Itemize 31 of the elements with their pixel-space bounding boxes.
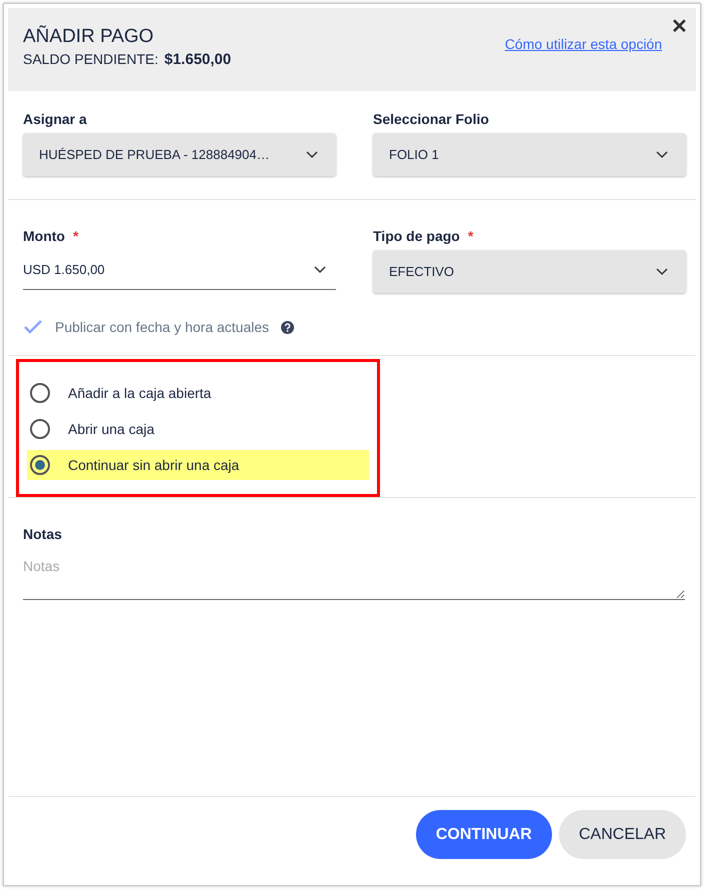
help-icon	[281, 320, 294, 334]
checkbox-label: Publicar con fecha y hora actuales	[55, 319, 270, 335]
field-label: Seleccionar Folio	[373, 111, 490, 127]
select-dropdown[interactable]: FOLIO 1	[373, 133, 686, 176]
checkmark-icon[interactable]	[23, 319, 43, 335]
field-label: Asignar a	[23, 111, 88, 127]
balance-label: SALDO PENDIENTE:	[23, 51, 158, 68]
radio-option[interactable]: Abrir una caja	[27, 414, 369, 444]
continue-button[interactable]: CONTINUAR	[416, 810, 552, 859]
chevron-down-icon	[306, 150, 318, 158]
chevron-down-icon	[314, 266, 326, 274]
radio-button[interactable]	[30, 383, 50, 403]
field-label: Notas	[23, 526, 63, 542]
chevron-down-icon	[656, 268, 668, 276]
balance-value: $1.650,00	[164, 51, 232, 68]
close-button[interactable]: ✕	[671, 14, 688, 39]
amount-dropdown[interactable]: USD 1.650,00	[23, 250, 336, 290]
cancel-button[interactable]: CANCELAR	[558, 810, 686, 859]
radio-option[interactable]: Añadir a la caja abierta	[27, 378, 369, 408]
required-asterisk: *	[468, 228, 474, 244]
field-label: Monto *	[23, 228, 80, 244]
select-dropdown[interactable]: HUÉSPED DE PRUEBA - 128884904…	[23, 133, 336, 176]
chevron-down-icon	[656, 150, 668, 158]
select-dropdown[interactable]: EFECTIVO	[373, 250, 686, 293]
required-asterisk: *	[72, 228, 78, 244]
radio-option[interactable]: Continuar sin abrir una caja	[27, 450, 369, 480]
help-link[interactable]: Cómo utilizar esta opción	[504, 36, 662, 91]
field-label: Tipo de pago *	[373, 228, 474, 244]
radio-button[interactable]	[30, 455, 50, 475]
radio-button[interactable]	[30, 419, 50, 439]
dialog-title: AÑADIR PAGO	[23, 26, 155, 48]
